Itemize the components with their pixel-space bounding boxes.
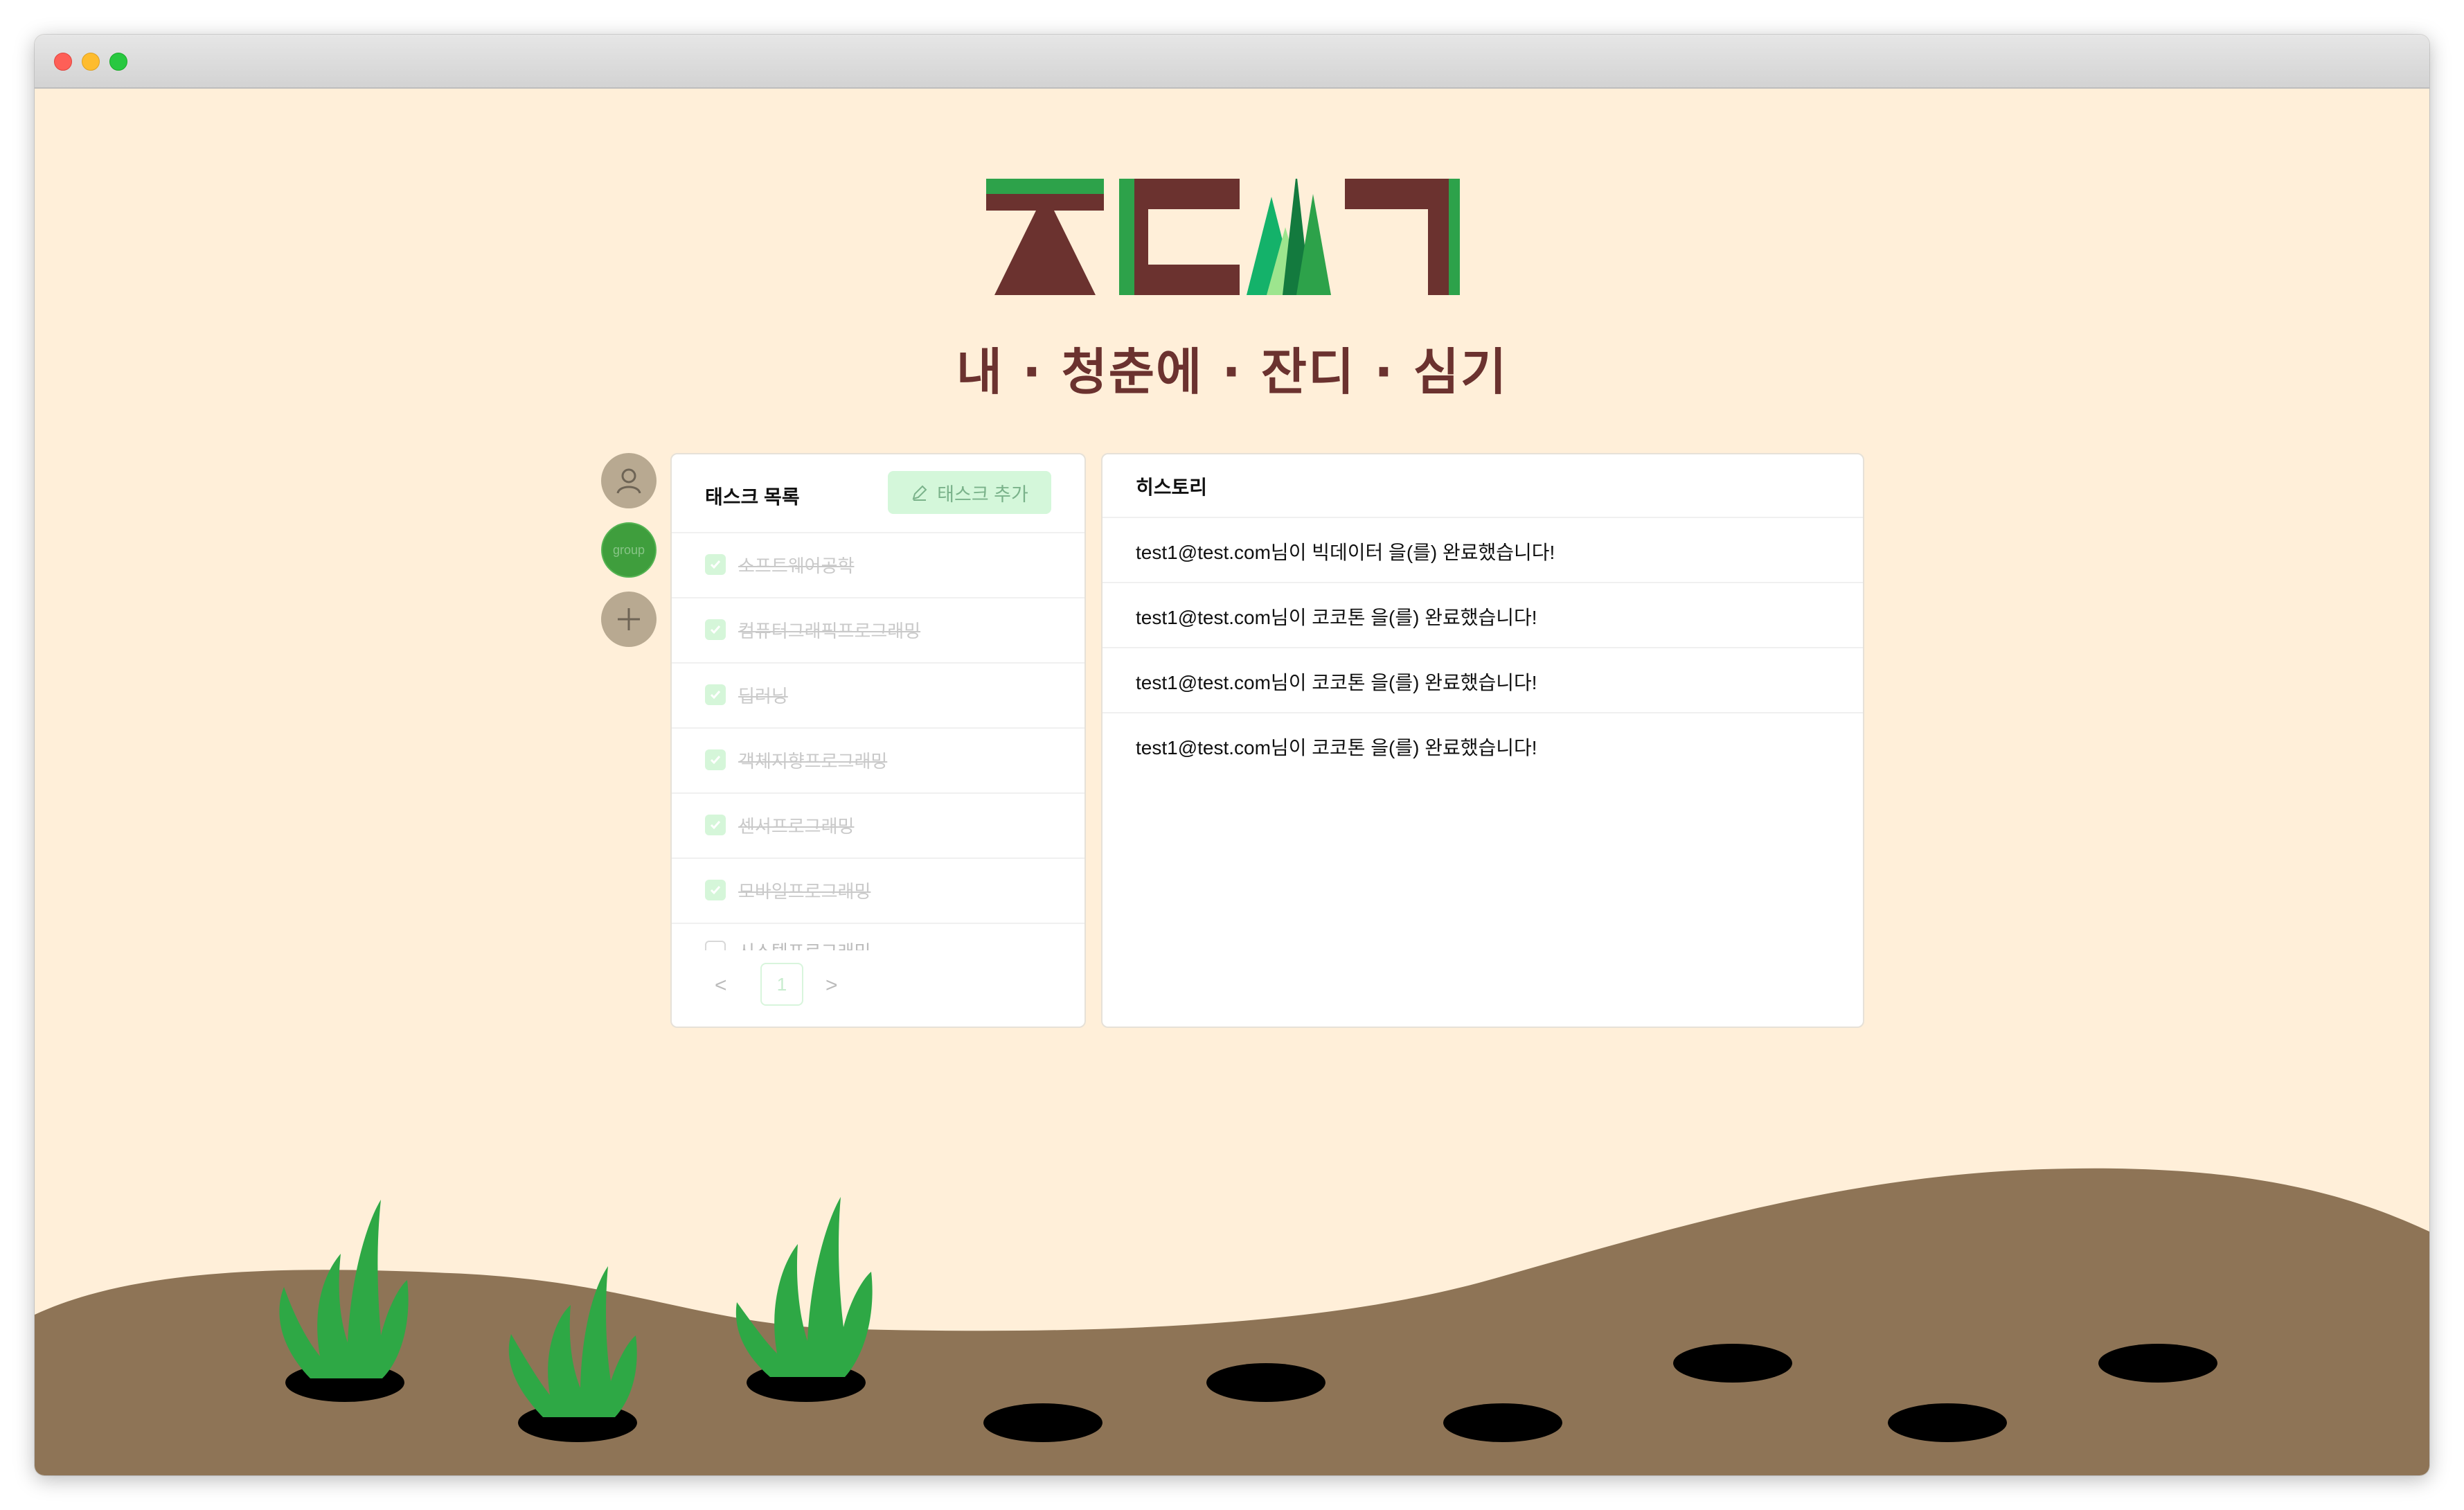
window-titlebar — [35, 35, 2429, 89]
empty-hole — [2098, 1344, 2217, 1383]
zoom-window-button[interactable] — [109, 53, 127, 71]
browser-window: 내 · 청춘에 · 잔디 · 심기 group 태스크 목록 태스크 추가 소프… — [35, 35, 2429, 1475]
empty-hole — [1206, 1363, 1325, 1402]
page-content: 내 · 청춘에 · 잔디 · 심기 group 태스크 목록 태스크 추가 소프… — [35, 89, 2429, 1475]
jandi-field — [35, 1168, 2429, 1475]
close-window-button[interactable] — [54, 53, 72, 71]
empty-hole — [983, 1403, 1102, 1442]
empty-hole — [1673, 1344, 1792, 1383]
empty-hole — [1888, 1403, 2007, 1442]
empty-hole — [1443, 1403, 1562, 1442]
minimize-window-button[interactable] — [82, 53, 100, 71]
grass-icon — [735, 1197, 873, 1377]
